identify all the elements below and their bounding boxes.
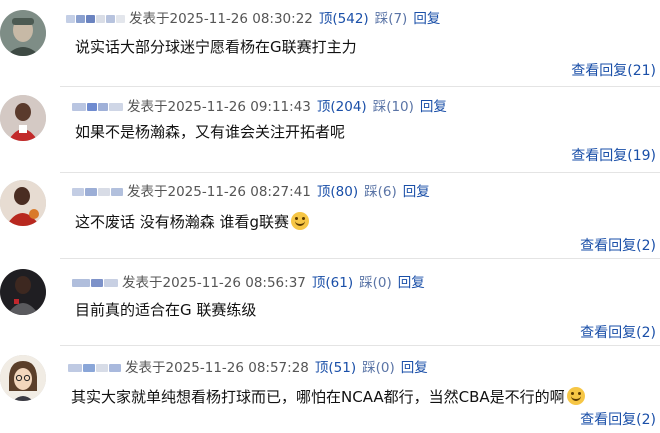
comment-item: 发表于2025-11-26 08:30:22 顶(542) 踩(7) 回复 说实…: [0, 0, 660, 90]
like-button[interactable]: 顶(51): [315, 358, 356, 378]
dislike-button[interactable]: 踩(0): [362, 358, 395, 378]
comment-item: 发表于2025-11-26 08:27:41 顶(80) 踩(6) 回复 这不废…: [0, 174, 660, 260]
divider: [60, 258, 660, 259]
avatar[interactable]: [0, 180, 46, 226]
avatar[interactable]: [0, 269, 46, 315]
comment-item: 发表于2025-11-26 09:11:43 顶(204) 踩(10) 回复 如…: [0, 88, 660, 173]
basketball-player-portrait-icon: [0, 269, 46, 315]
reply-button[interactable]: 回复: [420, 97, 447, 117]
avatar[interactable]: [0, 95, 46, 141]
avatar[interactable]: [0, 355, 46, 401]
cartoon-character-portrait-icon: [0, 355, 46, 401]
reply-button[interactable]: 回复: [413, 9, 440, 29]
comment-item: 发表于2025-11-26 08:56:37 顶(61) 踩(0) 回复 目前真…: [0, 260, 660, 346]
like-button[interactable]: 顶(80): [317, 182, 358, 202]
username[interactable]: [72, 103, 123, 111]
basketball-player-portrait-icon: [0, 180, 46, 226]
comment-text: 如果不是杨瀚森，又有谁会关注开拓者呢: [75, 123, 346, 141]
like-button[interactable]: 顶(61): [312, 273, 353, 293]
comment-text: 说实话大部分球迷宁愿看杨在G联赛打主力: [75, 38, 357, 56]
like-button[interactable]: 顶(204): [317, 97, 367, 117]
username[interactable]: [72, 279, 118, 287]
username[interactable]: [66, 15, 125, 23]
view-replies-link[interactable]: 查看回复(2): [580, 323, 656, 343]
smiling-emoji-icon: [566, 387, 585, 405]
view-replies-link[interactable]: 查看回复(2): [580, 236, 656, 256]
crying-laughing-emoji-icon: [291, 212, 310, 230]
comment-text: 这不废话 没有杨瀚森 谁看g联赛: [75, 212, 310, 232]
like-button[interactable]: 顶(542): [319, 9, 369, 29]
reply-button[interactable]: 回复: [403, 182, 430, 202]
view-replies-link[interactable]: 查看回复(19): [571, 146, 656, 166]
post-time: 发表于2025-11-26 09:11:43: [127, 99, 311, 115]
view-replies-link[interactable]: 查看回复(2): [580, 410, 656, 430]
reply-button[interactable]: 回复: [401, 358, 428, 378]
comment-text: 目前真的适合在G 联赛练级: [75, 301, 257, 319]
comment-text-body: 其实大家就单纯想看杨打球而已，哪怕在NCAA都行，当然CBA是不行的啊: [71, 388, 565, 406]
avatar[interactable]: [0, 10, 46, 56]
post-time: 发表于2025-11-26 08:30:22: [129, 11, 313, 27]
dislike-button[interactable]: 踩(0): [359, 273, 392, 293]
basketball-player-portrait-icon: [0, 95, 46, 141]
comment-text-body: 这不废话 没有杨瀚森 谁看g联赛: [75, 213, 290, 231]
view-replies-link[interactable]: 查看回复(21): [571, 61, 656, 81]
dislike-button[interactable]: 踩(6): [364, 182, 397, 202]
username[interactable]: [68, 364, 121, 372]
elderly-man-portrait-icon: [0, 10, 46, 56]
post-time: 发表于2025-11-26 08:27:41: [127, 184, 311, 200]
reply-button[interactable]: 回复: [398, 273, 425, 293]
comment-text: 其实大家就单纯想看杨打球而已，哪怕在NCAA都行，当然CBA是不行的啊: [71, 387, 585, 407]
username[interactable]: [72, 188, 123, 196]
comment-item: 发表于2025-11-26 08:57:28 顶(51) 踩(0) 回复 其实大…: [0, 347, 660, 433]
divider: [60, 345, 660, 346]
post-time: 发表于2025-11-26 08:57:28: [125, 360, 309, 376]
post-time: 发表于2025-11-26 08:56:37: [122, 275, 306, 291]
divider: [60, 172, 660, 173]
dislike-button[interactable]: 踩(7): [375, 9, 408, 29]
dislike-button[interactable]: 踩(10): [373, 97, 414, 117]
divider: [60, 86, 660, 87]
